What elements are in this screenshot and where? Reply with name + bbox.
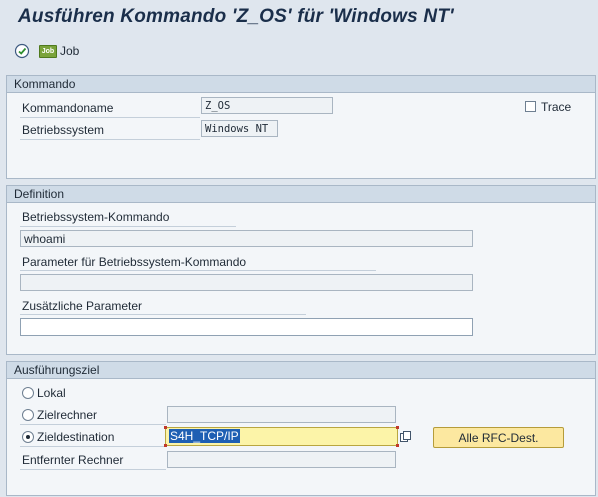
focus-corner <box>396 444 399 447</box>
value-help-icon[interactable] <box>400 431 411 442</box>
parameter-field[interactable] <box>20 274 473 291</box>
zieldestination-field[interactable]: S4H_TCP/IP <box>165 427 398 446</box>
zielrechner-field[interactable] <box>167 406 396 423</box>
entfernter-rechner-label: Entfernter Rechner <box>22 453 124 467</box>
parameter-label: Parameter für Betriebssystem-Kommando <box>22 255 247 269</box>
zusaetzliche-parameter-field[interactable] <box>20 318 473 336</box>
label-underline <box>20 446 166 447</box>
zieldestination-radio[interactable] <box>22 431 34 443</box>
lokal-radio[interactable] <box>22 387 34 399</box>
label-underline <box>20 270 376 271</box>
zielrechner-label: Zielrechner <box>37 408 98 422</box>
entfernter-rechner-field[interactable] <box>167 451 396 468</box>
kommandoname-label: Kommandoname <box>22 101 114 115</box>
job-label: Job <box>60 44 80 58</box>
betriebssystem-kommando-field[interactable]: whoami <box>20 230 473 247</box>
zieldestination-value: S4H_TCP/IP <box>169 429 240 443</box>
group-header-ausfuehrungsziel: Ausführungsziel <box>7 362 595 379</box>
toolbar <box>0 36 598 66</box>
label-underline <box>20 139 200 140</box>
execute-button[interactable] <box>14 42 30 60</box>
group-header-definition: Definition <box>7 186 595 203</box>
page-title: Ausführen Kommando 'Z_OS' für 'Windows N… <box>18 6 454 27</box>
label-underline <box>20 314 306 315</box>
betriebssystem-field[interactable]: Windows NT <box>201 120 278 137</box>
group-header-kommando: Kommando <box>7 76 595 93</box>
job-icon: Job <box>39 44 57 58</box>
zielrechner-radio[interactable] <box>22 409 34 421</box>
focus-corner <box>396 426 399 429</box>
job-button[interactable]: Job Job <box>39 42 79 60</box>
kommandoname-field[interactable]: Z_OS <box>201 97 333 114</box>
label-underline <box>20 226 236 227</box>
trace-label: Trace <box>541 100 572 114</box>
lokal-label: Lokal <box>37 386 66 400</box>
label-underline <box>20 424 166 425</box>
label-underline <box>20 117 200 118</box>
zieldestination-label: Zieldestination <box>37 430 115 444</box>
betriebssystem-kommando-label: Betriebssystem-Kommando <box>22 210 170 224</box>
trace-checkbox[interactable] <box>525 101 536 112</box>
execute-clock-icon <box>14 43 30 59</box>
betriebssystem-label: Betriebssystem <box>22 123 105 137</box>
focus-corner <box>164 444 167 447</box>
zusaetzliche-parameter-label: Zusätzliche Parameter <box>22 299 143 313</box>
label-underline <box>20 469 166 470</box>
alle-rfc-dest-button[interactable]: Alle RFC-Dest. <box>433 427 564 448</box>
focus-corner <box>164 426 167 429</box>
